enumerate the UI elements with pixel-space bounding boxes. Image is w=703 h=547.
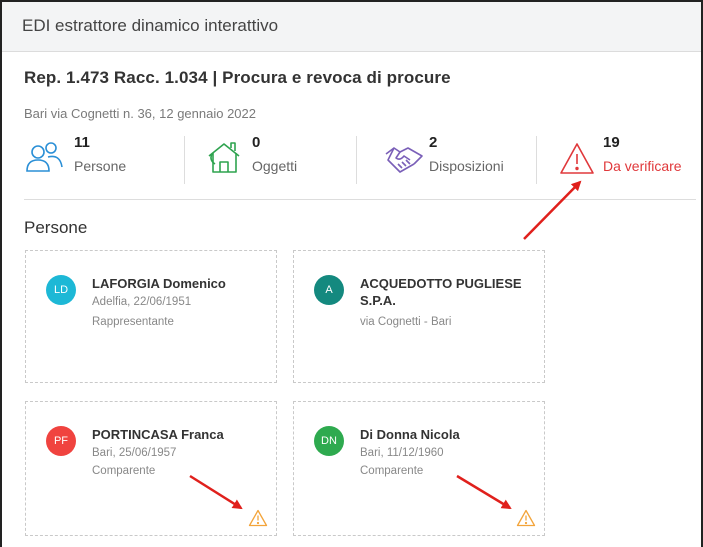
page-subtitle: Bari via Cognetti n. 36, 12 gennaio 2022: [24, 106, 257, 121]
stats-bar: 11 Persone 0 Oggetti 2 Disposizioni 19 D…: [24, 134, 696, 184]
person-name: ACQUEDOTTO PUGLIESE S.P.A.: [360, 276, 522, 308]
person-card[interactable]: DN Di Donna Nicola Bari, 11/12/1960 Comp…: [293, 401, 545, 536]
stat-count: 11: [74, 134, 90, 151]
page-title: Rep. 1.473 Racc. 1.034 | Procura e revoc…: [24, 68, 451, 87]
house-icon: [208, 142, 240, 173]
person-name: LAFORGIA Domenico: [92, 276, 226, 291]
person-birth: Bari, 11/12/1960: [360, 447, 444, 459]
app-title: EDI estrattore dinamico interattivo: [22, 16, 279, 35]
stat-oggetti[interactable]: 0 Oggetti: [206, 134, 356, 184]
person-birth: Adelfia, 22/06/1951: [92, 296, 192, 308]
divider: [184, 136, 185, 184]
avatar: PF: [46, 426, 76, 456]
person-card[interactable]: A ACQUEDOTTO PUGLIESE S.P.A. via Cognett…: [293, 250, 545, 383]
person-role: Comparente: [92, 465, 156, 477]
person-address: via Cognetti - Bari: [360, 316, 452, 328]
stat-label: Da verificare: [603, 158, 682, 174]
stat-da-verificare[interactable]: 19 Da verificare: [559, 134, 696, 184]
warning-icon[interactable]: [516, 509, 536, 527]
stat-label: Oggetti: [252, 158, 298, 174]
person-card[interactable]: PF PORTINCASA Franca Bari, 25/06/1957 Co…: [25, 401, 277, 536]
warning-icon[interactable]: [248, 509, 268, 527]
handshake-icon: [385, 147, 423, 173]
stat-persone[interactable]: 11 Persone: [24, 134, 184, 184]
divider: [536, 136, 537, 184]
stat-disposizioni[interactable]: 2 Disposizioni: [384, 134, 534, 184]
stat-count: 2: [429, 134, 438, 151]
people-icon: [26, 142, 63, 172]
separator: [24, 199, 696, 200]
stat-label: Persone: [74, 158, 127, 174]
title-bar: EDI estrattore dinamico interattivo: [2, 2, 701, 52]
person-role: Rappresentante: [92, 316, 174, 328]
avatar: LD: [46, 275, 76, 305]
person-role: Comparente: [360, 465, 424, 477]
avatar: DN: [314, 426, 344, 456]
avatar: A: [314, 275, 344, 305]
divider: [356, 136, 357, 184]
person-name: PORTINCASA Franca: [92, 427, 224, 442]
stat-count: 0: [252, 134, 261, 151]
person-birth: Bari, 25/06/1957: [92, 447, 177, 459]
stat-count: 19: [603, 134, 620, 151]
stat-label: Disposizioni: [429, 158, 504, 174]
section-title-persone: Persone: [24, 218, 88, 237]
warning-icon: [560, 143, 594, 174]
person-name: Di Donna Nicola: [360, 427, 460, 442]
person-card[interactable]: LD LAFORGIA Domenico Adelfia, 22/06/1951…: [25, 250, 277, 383]
